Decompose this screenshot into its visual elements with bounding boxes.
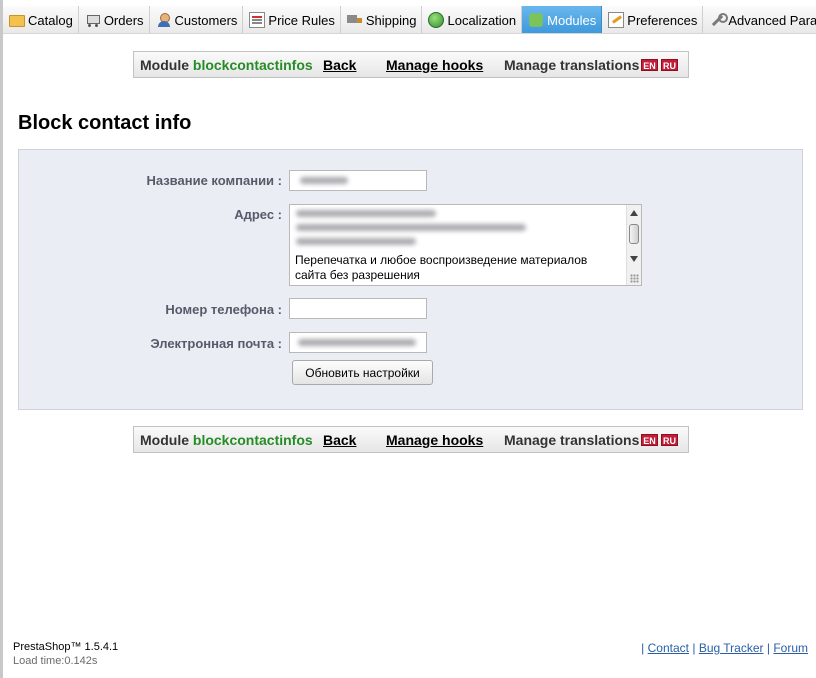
manage-hooks-link[interactable]: Manage hooks	[386, 57, 483, 73]
flag-en-icon[interactable]: EN	[641, 59, 658, 71]
folder-icon	[9, 15, 25, 27]
scroll-up-arrow-icon[interactable]	[630, 210, 638, 216]
bug-tracker-link[interactable]: Bug Tracker	[699, 641, 764, 655]
module-name: blockcontactinfos	[192, 57, 313, 73]
redacted-email	[298, 339, 416, 346]
module-label: Module blockcontactinfos	[140, 57, 313, 73]
load-time-text: Load time:0.142s	[13, 655, 98, 667]
price-icon	[249, 12, 266, 28]
tab-customers-label: Customers	[174, 12, 238, 28]
phone-field[interactable]	[289, 298, 427, 319]
separator: |	[766, 641, 770, 655]
module-label-text: Module	[140, 432, 189, 448]
address-scrollbar[interactable]	[626, 205, 641, 285]
module-toolbar-bottom: Module blockcontactinfos Back Manage hoo…	[133, 426, 689, 453]
scroll-down-arrow-icon[interactable]	[630, 256, 638, 262]
tab-orders-label: Orders	[103, 12, 144, 28]
redacted-value	[300, 177, 348, 184]
wrench-icon	[709, 12, 729, 28]
module-label-text: Module	[140, 57, 189, 73]
phone-label: Номер телефона :	[165, 302, 282, 317]
tab-preferences-label: Preferences	[627, 12, 698, 28]
company-field[interactable]	[289, 170, 427, 191]
cart-icon	[85, 12, 101, 28]
flag-ru-icon[interactable]: RU	[661, 59, 678, 71]
module-toolbar-top: Module blockcontactinfos Back Manage hoo…	[133, 51, 689, 78]
manage-translations-label: Manage translations	[504, 432, 640, 448]
tab-modules-label: Modules	[547, 12, 597, 28]
tab-preferences[interactable]: Preferences	[602, 6, 704, 33]
tab-shipping[interactable]: Shipping	[341, 6, 423, 33]
email-field[interactable]	[289, 332, 427, 353]
tab-orders[interactable]: Orders	[79, 6, 150, 33]
version-text: PrestaShop™ 1.5.4.1	[13, 641, 119, 653]
address-textarea[interactable]: Перепечатка и любое воспроизведение мате…	[289, 204, 642, 286]
user-icon	[156, 12, 172, 28]
tab-localization-label: Localization	[447, 12, 517, 28]
manage-translations-label: Manage translations	[504, 57, 640, 73]
tab-price-rules-label: Price Rules	[268, 12, 335, 28]
preferences-icon	[608, 12, 625, 28]
module-name: blockcontactinfos	[192, 432, 313, 448]
tab-customers[interactable]: Customers	[150, 6, 244, 33]
truck-icon	[346, 12, 363, 28]
flag-en-icon[interactable]: EN	[641, 434, 658, 446]
tab-catalog[interactable]: Catalog	[3, 6, 79, 33]
tab-modules[interactable]: Modules	[522, 6, 603, 33]
puzzle-icon	[529, 13, 543, 27]
resize-grip-icon[interactable]	[630, 274, 639, 283]
separator: |	[641, 641, 645, 655]
email-label: Электронная почта :	[150, 336, 282, 351]
footer-info: PrestaShop™ 1.5.4.1 Load time:0.142s	[13, 641, 118, 667]
tab-shipping-label: Shipping	[365, 12, 417, 28]
globe-icon	[428, 12, 445, 28]
scroll-thumb[interactable]	[629, 224, 639, 244]
tab-advanced-parameters[interactable]: Advanced Parameters	[703, 6, 816, 33]
tab-catalog-label: Catalog	[28, 12, 73, 28]
redacted-line-1	[296, 210, 436, 217]
contact-link[interactable]: Contact	[648, 641, 689, 655]
address-text: Перепечатка и любое воспроизведение мате…	[295, 253, 588, 282]
module-label: Module blockcontactinfos	[140, 432, 313, 448]
manage-hooks-link[interactable]: Manage hooks	[386, 432, 483, 448]
contact-info-form: Название компании : Адрес : Перепечатка …	[18, 149, 803, 410]
company-label: Название компании :	[146, 173, 282, 188]
forum-link[interactable]: Forum	[773, 641, 808, 655]
left-window-edge	[0, 0, 3, 678]
update-settings-button[interactable]: Обновить настройки	[292, 360, 433, 385]
top-menu: Catalog Orders Customers Price Rules Shi…	[3, 6, 816, 34]
tab-price-rules[interactable]: Price Rules	[243, 6, 341, 33]
tab-localization[interactable]: Localization	[422, 6, 523, 33]
page-title: Block contact info	[18, 112, 192, 134]
redacted-line-3	[296, 238, 416, 245]
address-label: Адрес :	[234, 207, 282, 222]
back-link[interactable]: Back	[323, 57, 356, 73]
tab-advanced-parameters-label: Advanced Parameters	[728, 12, 816, 28]
footer-links: | Contact | Bug Tracker | Forum	[641, 641, 808, 655]
redacted-line-2	[296, 224, 526, 231]
back-link[interactable]: Back	[323, 432, 356, 448]
flag-ru-icon[interactable]: RU	[661, 434, 678, 446]
separator: |	[692, 641, 696, 655]
